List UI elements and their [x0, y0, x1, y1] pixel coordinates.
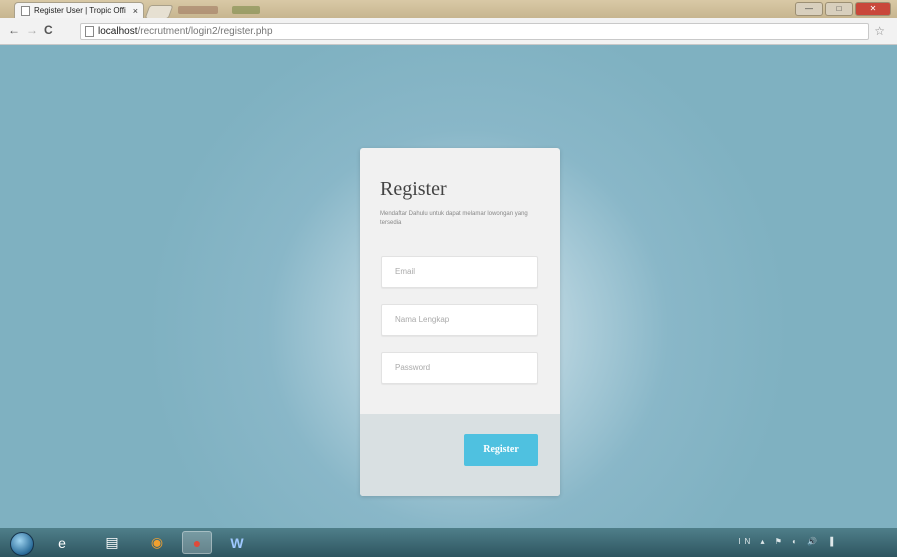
register-button[interactable]: Register	[464, 434, 538, 466]
url-path: /recrutment/login2/register.php	[137, 26, 273, 37]
maximize-button[interactable]: □	[825, 2, 853, 16]
address-bar[interactable]: localhost/recrutment/login2/register.php	[80, 23, 869, 40]
browser-titlebar: Register User | Tropic Offi × — □ ✕	[0, 0, 897, 19]
blurred-region	[232, 6, 260, 14]
password-field[interactable]: Password	[381, 352, 538, 384]
page-icon	[85, 25, 94, 37]
tab-title: Register User | Tropic Offi	[34, 6, 126, 15]
start-button[interactable]	[10, 532, 34, 556]
ie-icon[interactable]: e	[47, 531, 77, 554]
form-subtitle: Mendaftar Dahulu untuk dapat melamar low…	[380, 211, 528, 226]
media-player-icon[interactable]: ◉	[142, 531, 172, 554]
register-card: Register Mendaftar Dahulu untuk dapat me…	[360, 148, 560, 496]
folder-icon[interactable]: ▤	[97, 531, 127, 554]
reload-icon[interactable]: C	[44, 23, 53, 37]
url-host: localhost	[98, 26, 138, 37]
bookmark-star-icon[interactable]: ☆	[874, 24, 885, 38]
browser-tab[interactable]: Register User | Tropic Offi ×	[14, 2, 144, 18]
page-viewport: Register Mendaftar Dahulu untuk dapat me…	[8, 45, 896, 528]
page-icon	[21, 5, 30, 16]
tab-close-icon[interactable]: ×	[133, 6, 138, 16]
chrome-icon[interactable]: ●	[182, 531, 212, 554]
browser-toolbar: ← → C localhost/recrutment/login2/regist…	[0, 18, 897, 45]
full-name-field[interactable]: Nama Lengkap	[381, 304, 538, 336]
card-footer: Register	[360, 414, 560, 496]
word-icon[interactable]: W	[222, 531, 252, 554]
back-icon[interactable]: ←	[8, 23, 20, 37]
taskbar: e ▤ ◉ ● W IN ▴ ⚑ ◐ 🔊 ▐	[0, 528, 897, 557]
new-tab-button[interactable]	[144, 5, 174, 19]
minimize-button[interactable]: —	[795, 2, 823, 16]
forward-icon[interactable]: →	[26, 23, 38, 37]
window-controls: — □ ✕	[795, 2, 891, 16]
close-window-button[interactable]: ✕	[855, 2, 891, 16]
system-tray[interactable]: IN ▴ ⚑ ◐ 🔊 ▐	[738, 537, 837, 546]
email-field[interactable]: Email	[381, 256, 538, 288]
page-title: Register	[380, 178, 447, 200]
blurred-region	[178, 6, 218, 14]
